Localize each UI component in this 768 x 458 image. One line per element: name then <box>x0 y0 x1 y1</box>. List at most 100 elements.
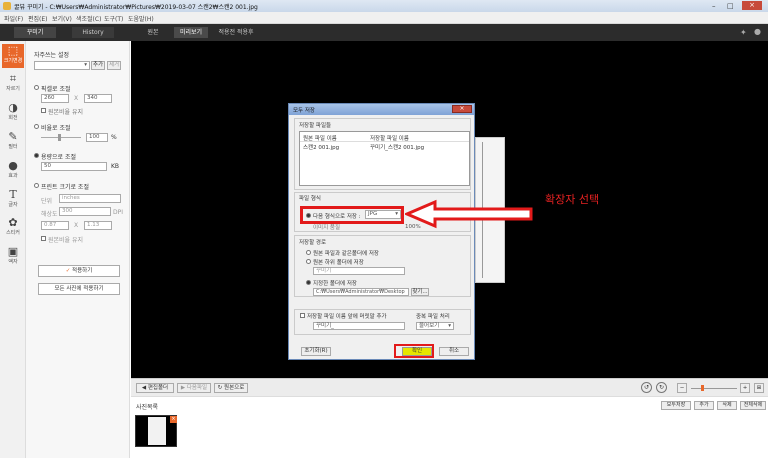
redo-icon[interactable]: ↻ <box>656 382 667 393</box>
thumbnail-remove-icon[interactable]: × <box>170 416 177 423</box>
path-custom-radio[interactable] <box>306 280 311 285</box>
close-icon[interactable]: × <box>742 1 762 10</box>
sidebar-item-text[interactable]: T 글자 <box>2 188 24 212</box>
photo-thumbnail[interactable]: × <box>135 415 177 447</box>
add-photo-button[interactable]: 추가 <box>694 401 714 410</box>
annotation-label: 확장자 선택 <box>545 193 600 206</box>
sidebar-item-frame[interactable]: ▣ 액자 <box>2 245 24 269</box>
window-title: 꿀뷰 꾸미기 - C:₩Users₩Administrator₩Pictures… <box>14 4 258 11</box>
path-custom-label: 지정한 폴더에 저장 <box>313 281 357 287</box>
cancel-button[interactable]: 취소 <box>439 347 469 356</box>
keep-ratio-checkbox[interactable] <box>41 108 46 113</box>
prefix-checkbox[interactable] <box>300 313 305 318</box>
times-label: X <box>74 222 79 229</box>
remove-favorite-button[interactable]: 제거 <box>107 61 121 70</box>
next-file-label: 다음파일 <box>186 385 208 391</box>
photo-list-title: 사진목록 <box>136 404 159 411</box>
save-all-dialog: 모두 저장 × 저장할 파일들 원본 파일 이름 저장할 파일 이름 스캔2 0… <box>288 103 475 360</box>
ratio-input[interactable]: 100 <box>86 133 108 142</box>
unit-select[interactable]: inches <box>59 194 121 203</box>
sidebar-item-effect[interactable]: ● 효과 <box>2 159 24 183</box>
favorites-select[interactable]: ▾ <box>34 61 90 70</box>
subfolder-input[interactable]: 꾸미기 <box>313 267 405 275</box>
sidebar-item-filter[interactable]: ✎ 필터 <box>2 130 24 154</box>
keep-ratio-checkbox[interactable] <box>41 236 46 241</box>
format-highlight-box <box>300 206 404 224</box>
pixel-label: 픽셀로 조절 <box>41 86 71 93</box>
path-input[interactable]: C:₩Users₩Administrator₩Desktop <box>313 288 409 296</box>
app-icon <box>3 2 11 10</box>
tab-decorate[interactable]: 꾸미기 <box>14 27 56 38</box>
tab-before-after[interactable]: 적용전 적용후 <box>214 27 258 38</box>
prefix-input[interactable]: 꾸미기_ <box>313 322 405 330</box>
path-sub-radio[interactable] <box>306 259 311 264</box>
menu-tools[interactable]: 도구(T) <box>104 14 123 23</box>
sidebar-item-resize[interactable]: ⬚ 크기변경 <box>2 44 24 68</box>
menu-color[interactable]: 색조절(C) <box>76 14 101 23</box>
ratio-slider[interactable] <box>41 137 81 138</box>
apply-button[interactable]: ✓ 적용하기 <box>38 265 120 277</box>
tab-preview[interactable]: 미리보기 <box>174 27 208 38</box>
duplicate-select[interactable]: 물어보기 ▾ <box>416 322 454 330</box>
height-input[interactable]: 340 <box>84 94 112 103</box>
open-folder-button[interactable]: ◀ 편집폴더 <box>136 383 174 393</box>
menu-view[interactable]: 보기(V) <box>52 14 72 23</box>
print-height-input[interactable]: 1.13 <box>84 221 112 230</box>
next-file-button[interactable]: ▶ 다음파일 <box>177 383 211 393</box>
zoom-in-button[interactable]: + <box>740 383 750 393</box>
resize-icon: ⬚ <box>7 44 19 57</box>
slider-handle[interactable] <box>58 134 61 141</box>
dialog-close-icon[interactable]: × <box>452 105 472 113</box>
reset-button[interactable]: 초기화(R) <box>301 347 331 356</box>
open-folder-label: 편집폴더 <box>147 385 169 391</box>
bottom-toolbar: ◀ 편집폴더 ▶ 다음파일 ↻ 원본으로 ↺ ↻ − + ⊞ <box>131 378 768 396</box>
effect-icon: ● <box>8 159 18 172</box>
share-icon[interactable]: ● <box>754 27 761 36</box>
sidebar-item-crop[interactable]: ⌗ 자르기 <box>2 72 24 96</box>
minimize-icon[interactable]: – <box>712 2 722 10</box>
delete-photo-button[interactable]: 삭제 <box>717 401 737 410</box>
resolution-input[interactable]: 300 <box>59 207 111 216</box>
pixel-radio[interactable] <box>34 85 39 90</box>
browse-button[interactable]: 찾기... <box>411 288 429 296</box>
menu-help[interactable]: 도움말(H) <box>128 14 154 23</box>
zoom-slider[interactable] <box>691 388 737 389</box>
tab-history[interactable]: History <box>72 27 114 38</box>
zoom-handle[interactable] <box>701 385 704 391</box>
add-favorite-button[interactable]: 추가 <box>91 61 105 70</box>
crop-icon: ⌗ <box>9 72 17 85</box>
file-list[interactable]: 원본 파일 이름 저장할 파일 이름 스캔2 001.jpg 꾸미기_스캔2 0… <box>299 131 470 186</box>
twitter-icon[interactable]: ✦ <box>740 28 747 37</box>
duplicate-value: 물어보기 <box>419 323 440 329</box>
ratio-radio[interactable] <box>34 124 39 129</box>
print-width-input[interactable]: 0.87 <box>41 221 69 230</box>
sidebar-item-rotate[interactable]: ◑ 회전 <box>2 101 24 125</box>
resolution-label: 해상도 <box>41 211 58 218</box>
files-group-label: 저장할 파일들 <box>299 123 332 129</box>
zoom-out-button[interactable]: − <box>677 383 687 393</box>
reset-original-button[interactable]: ↻ 원본으로 <box>214 383 248 393</box>
tool-sidebar: ⬚ 크기변경 ⌗ 자르기 ◑ 회전 ✎ 필터 ● 효과 T 글자 ✿ 스티커 ▣… <box>0 41 26 458</box>
menu-edit[interactable]: 편집(E) <box>28 14 48 23</box>
reset-original-label: 원본으로 <box>224 385 245 391</box>
sidebar-item-label: 회전 <box>8 115 18 121</box>
capacity-input[interactable]: 50 <box>41 162 107 171</box>
tab-original[interactable]: 원본 <box>140 27 166 38</box>
keep-ratio-label: 원본비율 유지 <box>48 237 84 244</box>
maximize-icon[interactable]: □ <box>727 2 737 10</box>
sidebar-item-label: 필터 <box>8 144 18 150</box>
apply-all-button[interactable]: 모든 사진에 적용하기 <box>38 283 120 295</box>
print-radio[interactable] <box>34 183 39 188</box>
path-same-radio[interactable] <box>306 250 311 255</box>
fit-screen-icon[interactable]: ⊞ <box>754 383 764 393</box>
sidebar-item-sticker[interactable]: ✿ 스티커 <box>2 216 24 240</box>
capacity-label: 용량으로 조절 <box>41 154 77 161</box>
menu-file[interactable]: 파일(F) <box>4 14 23 23</box>
delete-all-button[interactable]: 전체삭제 <box>740 401 766 410</box>
sticker-icon: ✿ <box>8 216 18 229</box>
tab-bar: 꾸미기 History 원본 미리보기 적용전 적용후 ✦ ● <box>0 24 768 41</box>
capacity-radio[interactable] <box>34 153 39 158</box>
save-all-button[interactable]: 모두저장 <box>661 401 691 410</box>
undo-icon[interactable]: ↺ <box>641 382 652 393</box>
width-input[interactable]: 260 <box>41 94 69 103</box>
